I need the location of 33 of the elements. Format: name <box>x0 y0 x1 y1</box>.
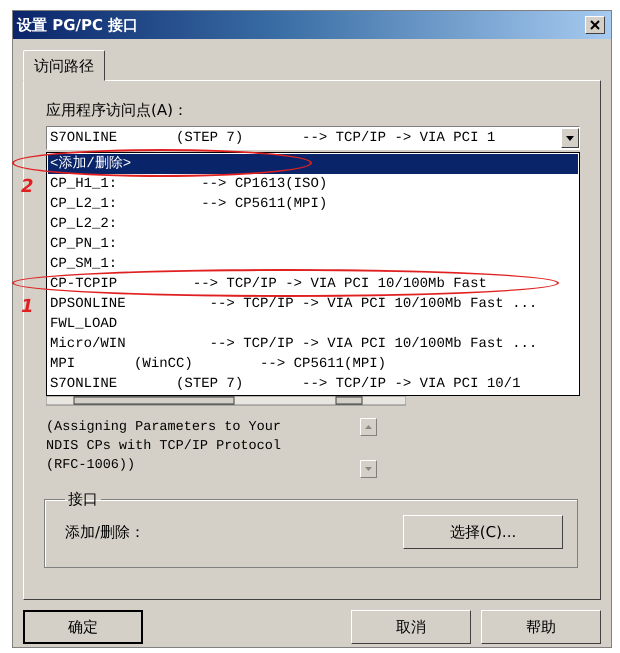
dropdown-item[interactable]: CP_PN_1: <box>48 234 578 254</box>
dropdown-item[interactable]: DPSONLINE --> TCP/IP -> VIA PCI 10/100Mb Fast ... <box>48 294 578 314</box>
dropdown-item[interactable]: CP_L2_1: --> CP5611(MPI) <box>48 194 578 214</box>
dialog-button[interactable]: 确定 <box>23 610 143 644</box>
down-arrow-icon <box>365 467 372 471</box>
window-title: 设置 PG/PC 接口 <box>17 16 138 34</box>
dropdown-item[interactable]: CP_SM_1: <box>48 254 578 274</box>
annotation-number: 2 <box>21 176 34 197</box>
dropdown-item[interactable]: <添加/删除> <box>48 154 578 174</box>
annotation-number: 1 <box>21 296 34 317</box>
dialog-button[interactable]: 帮助 <box>481 610 601 644</box>
dropdown-item[interactable]: MPI (WinCC) --> CP5611(MPI) <box>48 354 578 374</box>
add-remove-label: 添加/删除： <box>65 522 146 542</box>
dropdown-item[interactable]: FWL_LOAD <box>48 314 578 334</box>
access-point-dropdown[interactable]: S7ONLINE (STEP 7) --> TCP/IP -> VIA PCI 1 <box>46 126 580 150</box>
close-button[interactable] <box>585 16 605 34</box>
up-arrow-icon <box>365 425 372 429</box>
dropdown-item[interactable]: CP-TCPIP --> TCP/IP -> VIA PCI 10/100Mb Fast <box>48 274 578 294</box>
description-text: (Assigning Parameters to Your NDIS CPs with TCP/IP Protocol (RFC-1006)) <box>46 419 282 475</box>
select-button[interactable]: 选择(C)... <box>403 515 563 549</box>
dropdown-item[interactable]: CP_H1_1: --> CP1613(ISO) <box>48 174 578 194</box>
dropdown-item[interactable]: CP_L2_2: <box>48 214 578 234</box>
tab[interactable]: 访问路径 <box>23 50 105 81</box>
dropdown-button[interactable] <box>561 128 579 148</box>
dropdown-item[interactable]: S7ONLINE (STEP 7) --> TCP/IP -> VIA PCI 10/1 <box>48 374 578 394</box>
dropdown-item[interactable]: Micro/WIN --> TCP/IP -> VIA PCI 10/100Mb Fast ... <box>48 334 578 354</box>
field-label: 应用程序访问点(A)： <box>46 101 189 120</box>
close-icon <box>590 20 600 30</box>
group-title: 接口 <box>67 490 99 509</box>
caret-icon <box>566 136 574 140</box>
scroll-down-button[interactable] <box>360 460 377 478</box>
scroll-up-button[interactable] <box>360 418 377 436</box>
dialog-button[interactable]: 取消 <box>351 610 471 644</box>
